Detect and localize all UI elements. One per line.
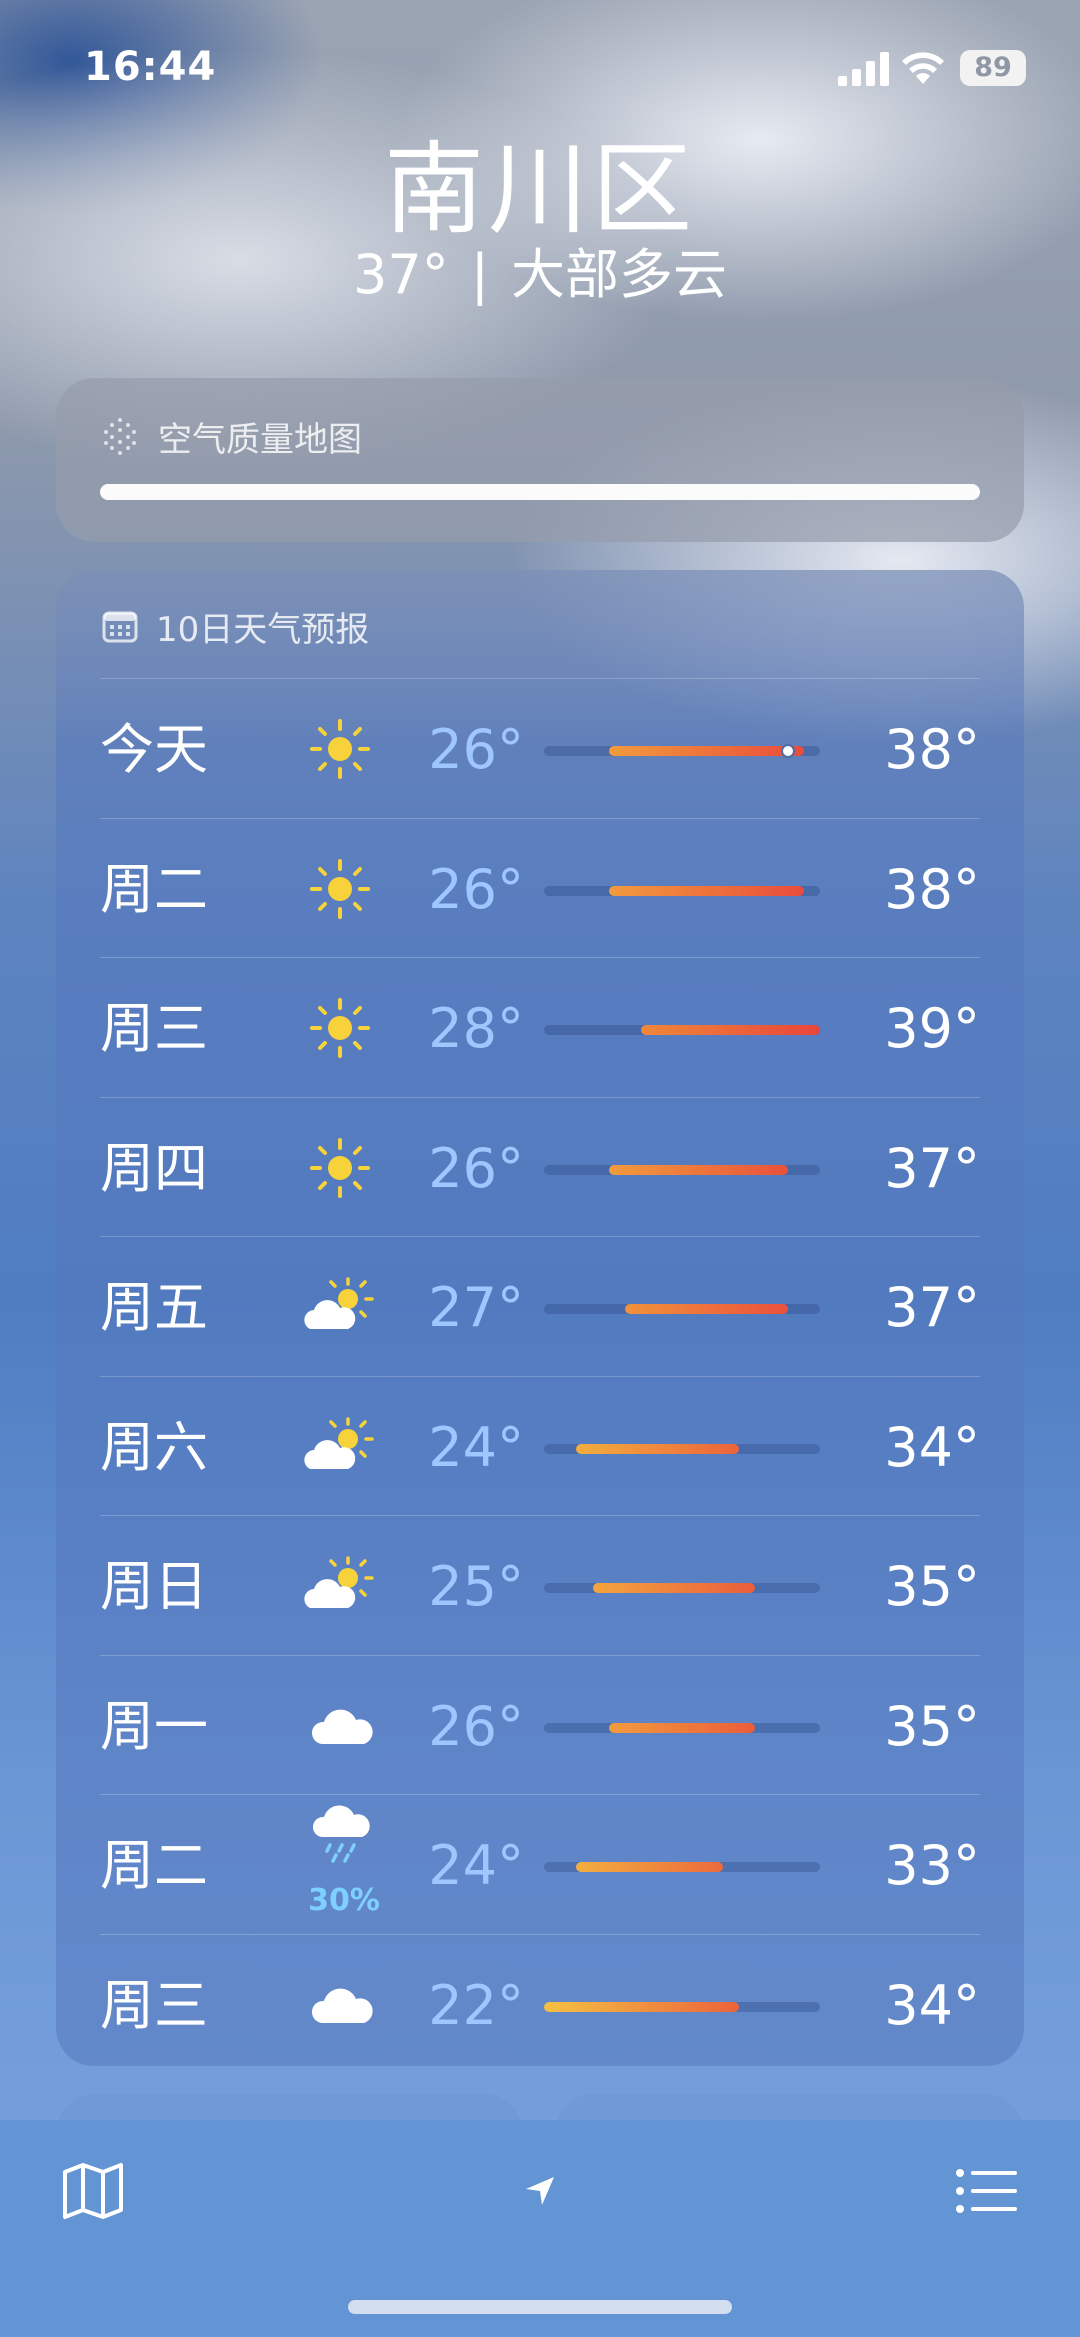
- current-summary: 37° | 大部多云: [0, 240, 1080, 310]
- sun-icon: [308, 857, 372, 921]
- temperature-range-bar: [544, 1164, 820, 1175]
- forecast-row[interactable]: 周五 27° 37°: [100, 1236, 980, 1375]
- temperature-range-bar: [544, 1025, 820, 1035]
- status-time: 16:44: [84, 44, 217, 90]
- current-temperature-dot: [780, 744, 795, 758]
- sun-icon: [308, 717, 372, 781]
- temperature-range-fill: [608, 1164, 788, 1175]
- cellular-signal-icon: [838, 52, 889, 86]
- temperature-range-fill: [641, 1025, 820, 1035]
- cloud-icon: [308, 1694, 373, 1758]
- high-temperature: 33°: [884, 1834, 980, 1897]
- map-button[interactable]: [58, 2156, 128, 2226]
- forecast-row[interactable]: 周二 26° 38°: [100, 817, 980, 957]
- forecast-day-label: 周一: [100, 1694, 208, 1758]
- forecast-header: 10日天气预报: [102, 604, 370, 650]
- status-bar: 16:44 89: [0, 0, 1080, 140]
- forecast-day-label: 周四: [100, 1136, 208, 1200]
- temperature-range-bar: [544, 1862, 820, 1872]
- low-temperature: 26°: [428, 857, 524, 921]
- low-temperature: 26°: [428, 718, 524, 781]
- forecast-row[interactable]: 周三 22° 34°: [100, 1933, 980, 2067]
- temperature-range-bar: [544, 1722, 820, 1733]
- calendar-icon: [102, 611, 138, 643]
- map-icon: [63, 2163, 123, 2219]
- air-quality-header: 空气质量地图: [100, 414, 362, 460]
- forecast-day-label: 周三: [100, 997, 208, 1060]
- location-arrow-icon: [526, 2177, 554, 2205]
- high-temperature: 38°: [884, 718, 980, 781]
- low-temperature: 27°: [428, 1276, 524, 1339]
- precipitation-chance: 30%: [308, 1883, 380, 1918]
- low-temperature: 22°: [428, 1973, 524, 2037]
- forecast-day-label: 周三: [100, 1973, 208, 2037]
- high-temperature: 35°: [884, 1555, 980, 1618]
- temperature-range-bar: [544, 744, 820, 758]
- current-location-button[interactable]: [505, 2156, 575, 2226]
- temperature-range-fill: [608, 885, 804, 896]
- low-temperature: 28°: [428, 997, 524, 1060]
- high-temperature: 37°: [884, 1276, 980, 1339]
- low-temperature: 26°: [428, 1694, 524, 1758]
- low-temperature: 25°: [428, 1555, 524, 1618]
- wifi-icon: [902, 52, 944, 84]
- high-temperature: 35°: [884, 1694, 980, 1758]
- temperature-range-fill: [592, 1583, 756, 1593]
- forecast-row[interactable]: 周三 28° 39°: [100, 957, 980, 1096]
- sun-icon: [308, 1136, 372, 1200]
- partly-cloudy-icon: [300, 1275, 374, 1339]
- forecast-title: 10日天气预报: [156, 609, 370, 650]
- forecast-row[interactable]: 周六 24° 34°: [100, 1375, 980, 1515]
- high-temperature: 38°: [884, 857, 980, 921]
- city-list-button[interactable]: [952, 2156, 1022, 2226]
- rain-cloud-icon: [308, 1803, 372, 1867]
- low-temperature: 24°: [428, 1834, 524, 1897]
- location-name: 南川区: [384, 131, 696, 248]
- cloud-icon: [308, 1973, 373, 2037]
- temperature-range-fill: [625, 1304, 788, 1314]
- forecast-day-label: 今天: [100, 718, 208, 781]
- current-temperature: 37°: [353, 243, 449, 306]
- forecast-day-label: 周日: [100, 1555, 208, 1618]
- sun-icon: [308, 996, 372, 1060]
- high-temperature: 37°: [884, 1136, 980, 1200]
- forecast-day-label: 周五: [100, 1276, 208, 1339]
- temperature-range-fill: [576, 1862, 723, 1872]
- forecast-row[interactable]: 周四 26° 37°: [100, 1096, 980, 1236]
- battery-indicator: 89: [960, 50, 1026, 86]
- temperature-range-fill: [544, 2001, 739, 2012]
- temperature-range-fill: [608, 1722, 756, 1733]
- low-temperature: 24°: [428, 1415, 524, 1479]
- temperature-range-fill: [608, 746, 804, 756]
- temperature-range-bar: [544, 2001, 820, 2012]
- high-temperature: 34°: [884, 1415, 980, 1479]
- forecast-row[interactable]: 今天 26° 38°: [100, 678, 980, 817]
- air-quality-title: 空气质量地图: [158, 419, 362, 460]
- aqi-dots-icon: [104, 418, 136, 455]
- forecast-day-label: 周六: [100, 1415, 208, 1479]
- summary-separator: |: [470, 243, 489, 306]
- low-temperature: 26°: [428, 1136, 524, 1200]
- temperature-range-bar: [544, 1443, 820, 1454]
- partly-cloudy-icon: [300, 1554, 374, 1618]
- high-temperature: 39°: [884, 997, 980, 1060]
- temperature-range-bar: [544, 885, 820, 896]
- forecast-day-label: 周二: [100, 857, 208, 921]
- home-indicator: [348, 2300, 732, 2314]
- temperature-range-bar: [544, 1304, 820, 1314]
- current-condition: 大部多云: [510, 243, 727, 306]
- forecast-row[interactable]: 周日 25° 35°: [100, 1515, 980, 1654]
- temperature-range-fill: [576, 1443, 739, 1454]
- forecast-row[interactable]: 周二 30% 24° 33°: [100, 1794, 980, 1933]
- temperature-range-bar: [544, 1583, 820, 1593]
- air-quality-card[interactable]: 空气质量地图: [56, 378, 1024, 542]
- list-icon: [956, 2169, 1017, 2213]
- forecast-day-label: 周二: [100, 1834, 208, 1897]
- high-temperature: 34°: [884, 1973, 980, 2037]
- ten-day-forecast-card[interactable]: 10日天气预报 今天 26° 38° 周二 26° 38° 周三 28° 39° 周四 26° 37°…: [56, 570, 1024, 2066]
- partly-cloudy-icon: [300, 1415, 374, 1479]
- forecast-row[interactable]: 周一 26° 35°: [100, 1654, 980, 1794]
- air-quality-map-strip: [100, 484, 980, 500]
